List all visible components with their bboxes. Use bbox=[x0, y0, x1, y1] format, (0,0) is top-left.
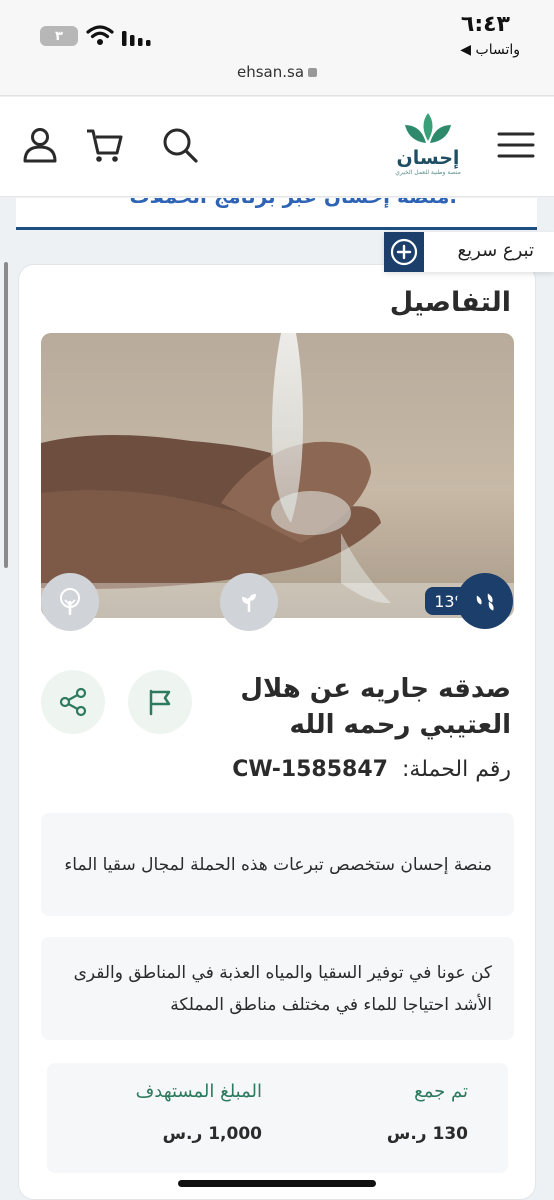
report-button[interactable] bbox=[128, 670, 192, 734]
status-bar: ٦:٤٣ ◀ واتساب ٣ ehsan.sa bbox=[0, 0, 554, 96]
logo-leaves-icon bbox=[405, 113, 451, 143]
address-bar[interactable]: ehsan.sa bbox=[0, 63, 554, 81]
drops-icon bbox=[457, 573, 513, 629]
campaign-number-label: رقم الحملة: bbox=[401, 757, 511, 782]
share-icon bbox=[59, 687, 87, 717]
section-heading: التفاصيل bbox=[389, 287, 511, 318]
campaign-card: التفاصيل 13% صدقه جاريه عن هلال العتيبي … bbox=[18, 264, 536, 1200]
logo-tagline: منصة وطنية للعمل الخيري bbox=[395, 169, 461, 176]
description-note-text: كن عونا في توفير السقيا والمياه العذبة ف… bbox=[73, 962, 492, 1015]
url-text: ehsan.sa bbox=[236, 63, 305, 81]
sprout-badge-icon bbox=[220, 573, 278, 631]
site-header: إحسان منصة وطنية للعمل الخيري bbox=[0, 97, 554, 197]
allocation-note-text: منصة إحسان ستخصص تبرعات هذه الحملة لمجال… bbox=[64, 854, 492, 875]
plus-circle-icon bbox=[384, 232, 424, 272]
collected-stat: تم جمع 130 ر.س bbox=[387, 1081, 468, 1144]
status-time: ٦:٤٣ bbox=[460, 12, 510, 37]
user-icon[interactable] bbox=[20, 125, 60, 165]
collected-label: تم جمع bbox=[414, 1081, 468, 1102]
search-icon[interactable] bbox=[160, 125, 200, 165]
tree-badge-icon bbox=[41, 573, 99, 631]
quick-donate-label: تبرع سريع bbox=[457, 240, 534, 261]
back-to-app-link[interactable]: ◀ واتساب bbox=[460, 42, 520, 58]
menu-icon[interactable] bbox=[496, 125, 536, 165]
lock-icon bbox=[308, 68, 318, 77]
wifi-icon bbox=[86, 25, 114, 45]
description-note: كن عونا في توفير السقيا والمياه العذبة ف… bbox=[41, 937, 514, 1040]
donation-stats: تم جمع 130 ر.س المبلغ المستهدف 1,000 ر.س bbox=[47, 1063, 508, 1173]
quick-donate-button[interactable]: تبرع سريع bbox=[384, 232, 554, 272]
logo-name: إحسان bbox=[396, 147, 460, 169]
flag-icon bbox=[149, 689, 171, 716]
collected-value: 130 ر.س bbox=[386, 1124, 468, 1144]
share-button[interactable] bbox=[41, 670, 105, 734]
campaign-number: CW-1585847 bbox=[232, 757, 388, 782]
allocation-note: منصة إحسان ستخصص تبرعات هذه الحملة لمجال… bbox=[41, 813, 514, 916]
target-stat: المبلغ المستهدف 1,000 ر.س bbox=[136, 1081, 262, 1144]
target-value: 1,000 ر.س bbox=[162, 1124, 262, 1144]
home-indicator[interactable] bbox=[178, 1180, 376, 1187]
campaign-number-row: رقم الحملة: CW-1585847 bbox=[232, 757, 511, 782]
info-banner: منصة إحسان عبر برنامج الحملات. bbox=[16, 198, 537, 230]
battery-icon: ٣ bbox=[40, 26, 78, 46]
cart-icon[interactable] bbox=[84, 125, 124, 165]
ehsan-logo[interactable]: إحسان منصة وطنية للعمل الخيري bbox=[392, 111, 464, 185]
progress-badge: 13% bbox=[425, 573, 513, 629]
signal-icon bbox=[122, 31, 151, 46]
target-label: المبلغ المستهدف bbox=[135, 1081, 262, 1102]
banner-text: منصة إحسان عبر برنامج الحملات. bbox=[129, 198, 457, 208]
campaign-title: صدقه جاريه عن هلال العتيبي رحمه الله bbox=[240, 674, 511, 740]
scrollbar[interactable] bbox=[4, 262, 8, 568]
